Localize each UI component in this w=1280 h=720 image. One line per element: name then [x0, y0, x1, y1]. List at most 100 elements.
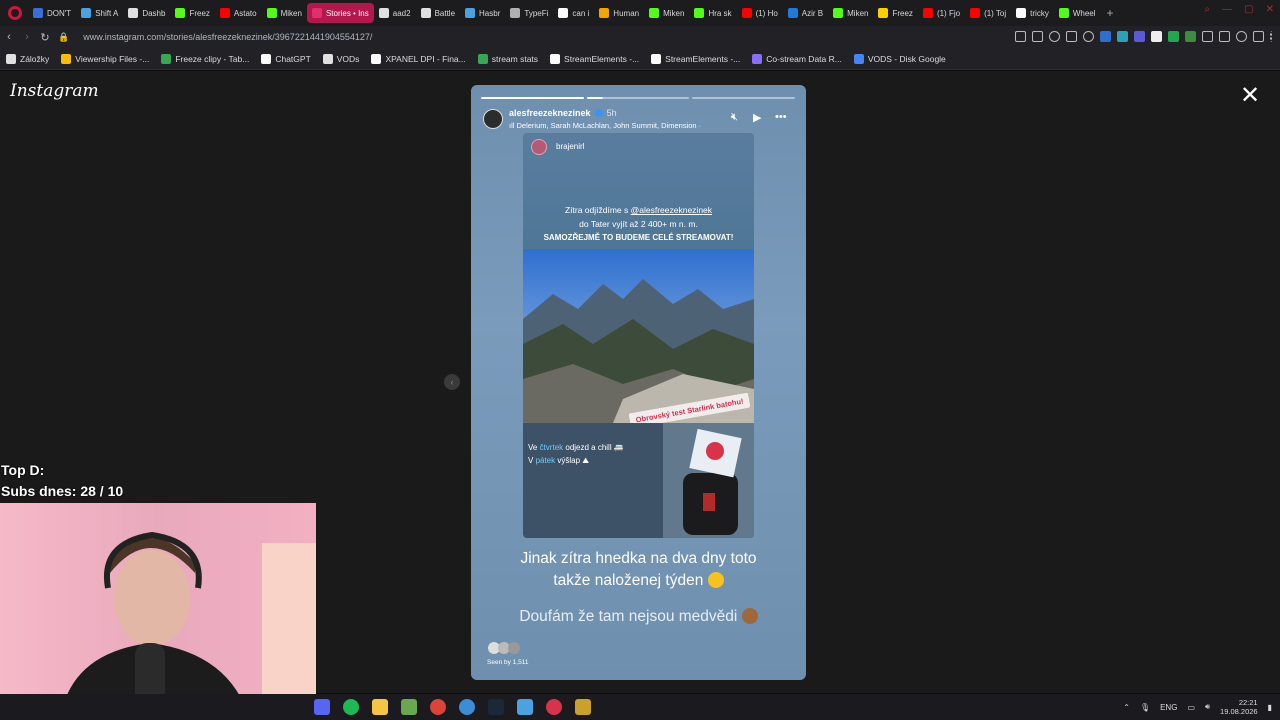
extension-multi-icon[interactable] — [1185, 31, 1196, 42]
bookmark-item[interactable]: StreamElements -... — [651, 53, 740, 64]
bookmark-item[interactable]: Freeze clipy - Tab... — [161, 53, 249, 64]
viewer-avatars[interactable] — [487, 641, 523, 655]
browser-tab[interactable]: tricky — [1011, 3, 1054, 23]
browser-tab[interactable]: TypeFi — [505, 3, 553, 23]
story-card[interactable]: alesfreezeknezinek 5h ıll Delerium, Sara… — [471, 85, 806, 680]
bookmark-item[interactable]: Záložky — [6, 53, 49, 64]
extension-green-icon[interactable] — [1168, 31, 1179, 42]
browser-tab[interactable]: DON'T — [28, 3, 76, 23]
story-username[interactable]: alesfreezeknezinek — [509, 108, 591, 118]
minimize-button[interactable]: — — [1222, 4, 1232, 15]
mute-icon[interactable]: 🔇︎ — [731, 111, 738, 124]
play-button[interactable]: ▶ — [753, 111, 761, 124]
seen-by-count[interactable]: Seen by 1,511 — [487, 659, 528, 666]
app-yellow-icon[interactable] — [575, 699, 591, 715]
app-green-icon[interactable] — [401, 699, 417, 715]
camera-icon[interactable] — [1015, 31, 1026, 42]
obs-record-icon[interactable] — [546, 699, 562, 715]
browser-tab[interactable]: Miken — [828, 3, 873, 23]
notepad-icon[interactable] — [517, 699, 533, 715]
spotify-icon[interactable] — [343, 699, 359, 715]
bookmark-item[interactable]: stream stats — [477, 53, 538, 64]
heart-icon[interactable] — [1083, 31, 1094, 42]
browser-tab[interactable]: (1) Fjo — [918, 3, 965, 23]
browser-tab[interactable]: aad2 — [374, 3, 416, 23]
browser-tab[interactable]: Wheel — [1054, 3, 1101, 23]
story-music-label[interactable]: ıll Delerium, Sarah McLachlan, John Summ… — [509, 121, 719, 130]
microphone-icon[interactable]: 🎙︎ — [1140, 703, 1150, 712]
puzzle-icon[interactable] — [1202, 31, 1213, 42]
bookmark-item[interactable]: Co-stream Data R... — [752, 53, 842, 64]
instagram-logo[interactable]: Instagram — [10, 81, 99, 101]
wallet-icon[interactable] — [1219, 31, 1230, 42]
browser-tab[interactable]: Freez — [170, 3, 214, 23]
back-button[interactable]: ‹ — [0, 31, 18, 43]
tab-favicon-icon — [922, 8, 933, 18]
bookmark-item[interactable]: VODs — [322, 53, 359, 64]
opera-logo-icon[interactable] — [8, 6, 22, 20]
profile-icon[interactable] — [1236, 31, 1247, 42]
bookmark-item[interactable]: Viewership Files -... — [61, 53, 149, 64]
close-story-button[interactable]: ✕ — [1240, 84, 1260, 108]
clock[interactable]: 22:21 19.08.2026 — [1220, 698, 1258, 716]
bookmark-item[interactable]: XPANEL DPI - Fina... — [371, 53, 466, 64]
extension-counter-icon[interactable] — [1134, 31, 1145, 42]
menu-icon[interactable] — [1270, 31, 1274, 42]
maximize-button[interactable]: ▢ — [1244, 4, 1253, 15]
repost-avatar[interactable] — [531, 139, 547, 155]
search-tabs-icon[interactable]: ⌕ — [1205, 4, 1211, 15]
bookmark-favicon-icon — [6, 53, 16, 64]
browser-tab[interactable]: Miken — [262, 3, 307, 23]
bookmark-item[interactable]: StreamElements -... — [550, 53, 639, 64]
browser-tab[interactable]: Human — [594, 3, 644, 23]
discord-icon[interactable] — [314, 699, 330, 715]
tray-expand-icon[interactable]: ⌃ — [1123, 703, 1130, 712]
download-icon[interactable] — [1253, 31, 1264, 42]
send-icon[interactable] — [1066, 31, 1077, 42]
bookmark-item[interactable]: VODS - Disk Google — [853, 53, 946, 64]
mention-link[interactable]: @alesfreezeknezinek — [631, 205, 712, 215]
steam-icon[interactable] — [488, 699, 504, 715]
close-window-button[interactable]: ✕ — [1266, 4, 1274, 15]
url-field[interactable]: www.instagram.com/stories/alesfreezeknez… — [83, 32, 372, 42]
browser-tab[interactable]: Hra sk — [689, 3, 736, 23]
browser-tab[interactable]: Astato — [215, 3, 262, 23]
browser-tab[interactable]: Miken — [644, 3, 689, 23]
volume-icon[interactable]: 🔊︎ — [1205, 702, 1210, 712]
thursday-link[interactable]: čtvrtek — [540, 443, 564, 452]
extension-white-icon[interactable] — [1151, 31, 1162, 42]
display-icon[interactable]: ▭ — [1187, 703, 1195, 712]
notifications-icon[interactable]: ▮ — [1268, 703, 1272, 712]
browser-tab[interactable]: Dashb — [123, 3, 170, 23]
app-blue-icon[interactable] — [459, 699, 475, 715]
browser-tab[interactable]: Azir B — [783, 3, 828, 23]
browser-tab[interactable]: (1) Toj — [965, 3, 1011, 23]
browser-tab[interactable]: Battle — [416, 3, 460, 23]
story-avatar[interactable] — [483, 109, 503, 129]
lock-icon[interactable]: 🔒 — [58, 32, 69, 43]
extension-teal-icon[interactable] — [1117, 31, 1128, 42]
repost-username[interactable]: brajenirl — [556, 142, 584, 151]
friday-link[interactable]: pátek — [536, 456, 556, 465]
browser-tab[interactable]: Hasbr — [460, 3, 505, 23]
browser-tab[interactable]: Stories • Ins — [306, 3, 374, 23]
new-tab-button[interactable]: + — [1101, 6, 1120, 20]
browser-tab[interactable]: Freez — [873, 3, 917, 23]
reload-icon[interactable]: ↻ — [36, 31, 54, 44]
previous-story-button[interactable]: ‹ — [444, 374, 460, 390]
bookmark-item[interactable]: ChatGPT — [261, 53, 311, 64]
snapshot-icon[interactable] — [1032, 31, 1043, 42]
browser-tab[interactable]: Shift A — [76, 3, 123, 23]
reposted-story[interactable]: brajenirl Zítra odjíždíme s @alesfreezek… — [523, 133, 754, 538]
bookmark-label: VODS - Disk Google — [867, 53, 946, 64]
block-icon[interactable] — [1049, 31, 1060, 42]
browser-tab[interactable]: can i — [553, 3, 594, 23]
tab-favicon-icon — [128, 8, 139, 18]
chrome-icon[interactable] — [430, 699, 446, 715]
more-options-icon[interactable]: ••• — [775, 111, 787, 123]
extension-blue-icon[interactable] — [1100, 31, 1111, 42]
file-explorer-icon[interactable] — [372, 699, 388, 715]
browser-tab[interactable]: (1) Ho — [737, 3, 783, 23]
language-indicator[interactable]: ENG — [1160, 703, 1177, 712]
forward-button[interactable]: › — [18, 31, 36, 43]
